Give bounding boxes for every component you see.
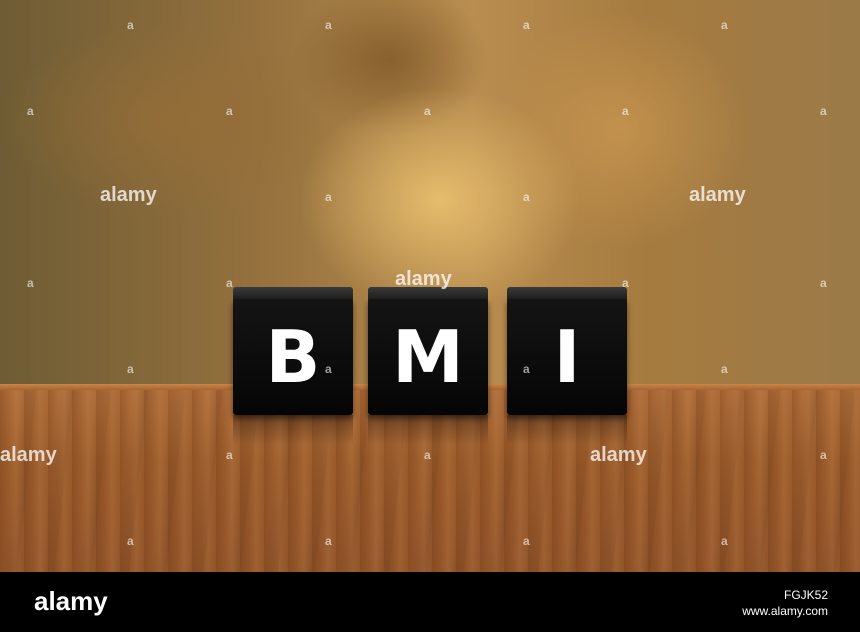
watermark-mark: a [820, 448, 827, 462]
watermark: alamy [590, 444, 647, 466]
watermark-mark: a [523, 362, 530, 376]
block-letter: I [553, 315, 581, 399]
watermark-mark: a [523, 190, 530, 204]
watermark: alamy [395, 268, 452, 290]
watermark-mark: a [127, 534, 134, 548]
watermark-mark: a [721, 18, 728, 32]
watermark-mark: a [523, 534, 530, 548]
watermark-mark: a [820, 104, 827, 118]
watermark-mark: a [226, 276, 233, 290]
image-code: FGJK52 [783, 588, 828, 602]
watermark: alamy [689, 184, 746, 206]
watermark-mark: a [424, 448, 431, 462]
watermark-mark: a [424, 104, 431, 118]
watermark-mark: a [226, 448, 233, 462]
watermark-mark: a [325, 190, 332, 204]
watermark-mark: a [622, 276, 629, 290]
brand-logo: alamy [34, 586, 108, 616]
letter-block-b: B [233, 287, 353, 445]
watermark: alamy [0, 444, 57, 466]
watermark-mark: a [127, 18, 134, 32]
block-letter: M [392, 315, 464, 399]
watermark-mark: a [226, 104, 233, 118]
letter-block-i: I [507, 287, 627, 445]
watermark-mark: a [325, 18, 332, 32]
watermark-mark: a [523, 18, 530, 32]
watermark-mark: a [27, 276, 34, 290]
watermark-mark: a [721, 534, 728, 548]
watermark-mark: a [325, 534, 332, 548]
photo: B M I alamy alamy alamy alamy alamy a a … [0, 0, 860, 572]
watermark-mark: a [127, 362, 134, 376]
footer-bar: alamy FGJK52 www.alamy.com [0, 572, 860, 632]
watermark-mark: a [721, 362, 728, 376]
site-url: www.alamy.com [742, 604, 828, 618]
watermark-mark: a [622, 104, 629, 118]
watermark-mark: a [27, 104, 34, 118]
watermark: alamy [100, 184, 157, 206]
image-id: FGJK52 www.alamy.com [742, 587, 828, 619]
letter-block-m: M [368, 287, 488, 445]
watermark-mark: a [325, 362, 332, 376]
watermark-mark: a [820, 276, 827, 290]
block-letter: B [265, 315, 321, 399]
